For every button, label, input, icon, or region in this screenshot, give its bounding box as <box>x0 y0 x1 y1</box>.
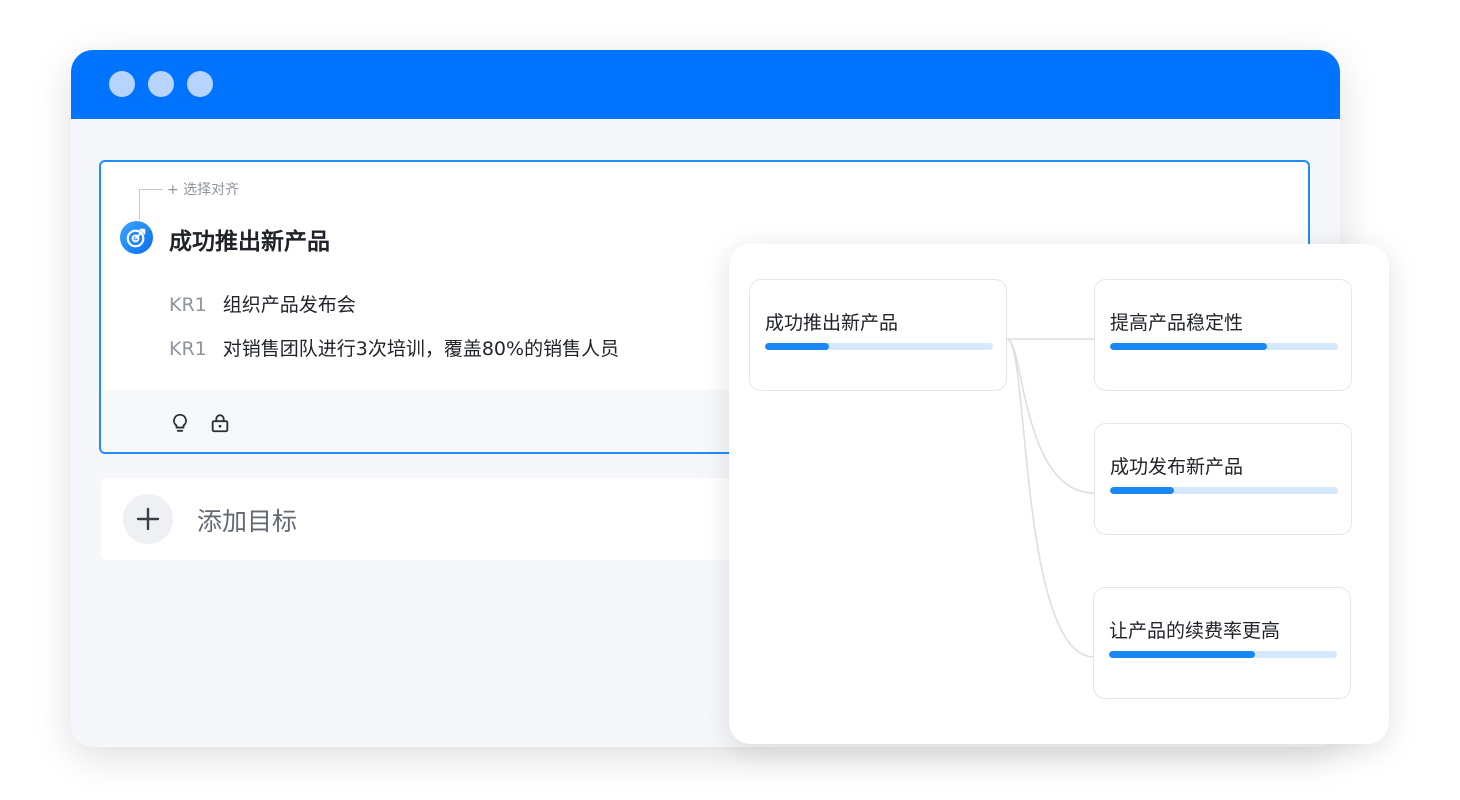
progress-fill <box>1110 343 1268 350</box>
tree-node-child[interactable]: 提高产品稳定性 <box>1094 279 1352 391</box>
key-result-tag: KR1 <box>169 338 207 360</box>
progress-fill <box>1109 651 1255 658</box>
progress-fill <box>765 343 829 350</box>
key-result-item[interactable]: KR1 对销售团队进行3次培训，覆盖80%的销售人员 <box>169 334 619 361</box>
target-icon <box>119 220 154 255</box>
tree-node-label: 提高产品稳定性 <box>1110 312 1244 334</box>
lock-icon[interactable] <box>209 412 231 434</box>
add-goal-button[interactable] <box>123 494 173 544</box>
lightbulb-icon[interactable] <box>169 412 191 434</box>
plus-icon <box>136 507 160 531</box>
select-alignment-link[interactable]: + 选择对齐 <box>167 179 239 199</box>
tree-link <box>1006 338 1095 658</box>
progress-bar <box>1110 487 1338 494</box>
progress-bar <box>1109 651 1337 658</box>
tree-node-label: 让产品的续费率更高 <box>1109 620 1281 642</box>
tree-link <box>1006 338 1095 494</box>
alignment-tree-panel: 成功推出新产品 提高产品稳定性 成功发布新产品 让产品的续费率更高 <box>729 244 1389 744</box>
objective-title[interactable]: 成功推出新产品 <box>169 222 330 256</box>
progress-bar <box>1110 343 1338 350</box>
tree-node-root[interactable]: 成功推出新产品 <box>749 279 1007 391</box>
tree-node-child[interactable]: 让产品的续费率更高 <box>1093 587 1351 699</box>
add-goal-label[interactable]: 添加目标 <box>197 502 297 538</box>
window-dot-icon[interactable] <box>187 71 213 97</box>
key-result-item[interactable]: KR1 组织产品发布会 <box>169 290 356 317</box>
window-titlebar <box>71 50 1340 119</box>
align-connector <box>139 189 163 190</box>
tree-node-label: 成功发布新产品 <box>1110 456 1244 478</box>
align-connector <box>139 189 140 219</box>
key-result-tag: KR1 <box>169 294 207 316</box>
key-result-text: 组织产品发布会 <box>222 294 356 316</box>
progress-fill <box>1110 487 1174 494</box>
progress-bar <box>765 343 993 350</box>
window-dot-icon[interactable] <box>109 71 135 97</box>
window-dot-icon[interactable] <box>148 71 174 97</box>
tree-node-label: 成功推出新产品 <box>765 312 899 334</box>
tree-node-child[interactable]: 成功发布新产品 <box>1094 423 1352 535</box>
key-result-text: 对销售团队进行3次培训，覆盖80%的销售人员 <box>222 338 620 360</box>
